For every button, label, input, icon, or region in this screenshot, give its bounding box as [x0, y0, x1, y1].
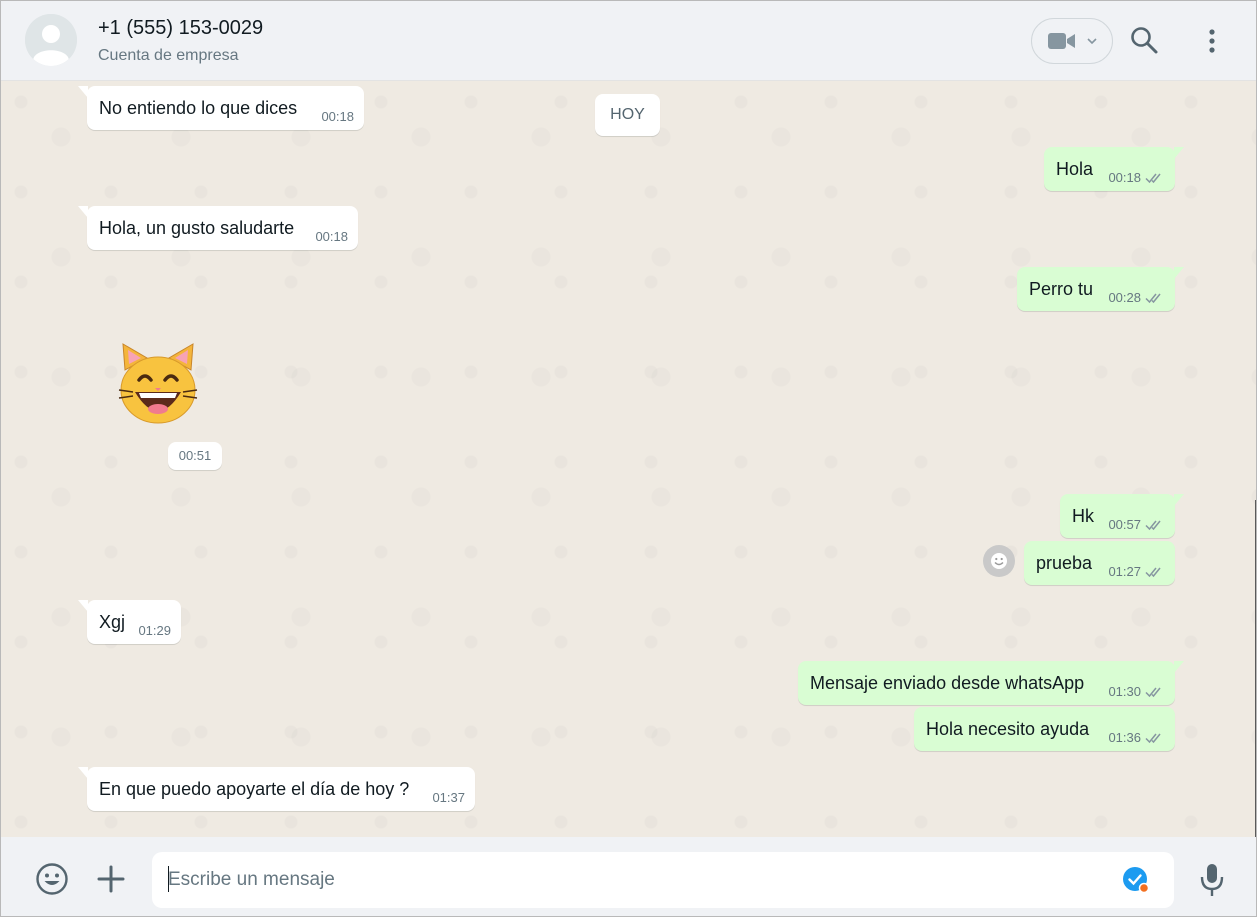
message-time: 01:36	[1108, 730, 1141, 745]
message-text: Xgj	[99, 612, 126, 632]
emoji-button[interactable]	[35, 862, 69, 896]
kebab-menu-icon	[1209, 29, 1215, 53]
double-check-icon	[1145, 733, 1161, 743]
react-button[interactable]	[983, 545, 1015, 577]
message-meta: 01:30	[1108, 684, 1165, 699]
message-composer[interactable]	[152, 852, 1174, 908]
message-incoming[interactable]: Xgj 01:29	[78, 600, 181, 644]
message-meta: 00:18	[1108, 170, 1165, 185]
attach-button[interactable]	[96, 864, 126, 894]
scrollbar[interactable]	[1255, 500, 1256, 837]
contact-name[interactable]: +1 (555) 153-0029	[98, 17, 263, 40]
double-check-icon	[1145, 173, 1161, 183]
message-incoming[interactable]: En que puedo apoyarte el día de hoy ? 01…	[78, 767, 475, 811]
smiley-react-icon	[991, 553, 1007, 569]
message-meta: 01:36	[1108, 730, 1165, 745]
contact-subtitle: Cuenta de empresa	[98, 47, 239, 64]
double-check-icon	[1145, 293, 1161, 303]
message-text: Hola necesito ayuda	[926, 719, 1090, 739]
message-outgoing[interactable]: Hola 00:18	[1044, 147, 1184, 191]
video-call-icon	[1048, 33, 1075, 49]
voice-message-button[interactable]	[1199, 862, 1225, 898]
message-outgoing[interactable]: Mensaje enviado desde whatsApp 01:30	[798, 661, 1184, 705]
chevron-down-icon	[1087, 38, 1097, 45]
message-text: Hola	[1056, 159, 1094, 179]
double-check-icon	[1145, 567, 1161, 577]
chat-menu-button[interactable]	[1199, 25, 1225, 57]
message-incoming[interactable]: No entiendo lo que dices 00:18	[78, 86, 364, 130]
message-text: Perro tu	[1029, 279, 1094, 299]
message-meta: 00:18	[321, 109, 354, 124]
message-time: 01:29	[138, 623, 171, 638]
avatar-placeholder-icon	[25, 14, 77, 66]
message-time: 00:18	[321, 109, 354, 124]
contact-avatar[interactable]	[25, 14, 77, 66]
message-input[interactable]	[168, 852, 1108, 908]
extension-check-icon[interactable]	[1122, 866, 1150, 894]
search-button[interactable]	[1129, 25, 1161, 57]
message-time: 00:18	[315, 229, 348, 244]
message-time: 01:30	[1108, 684, 1141, 699]
message-meta: 01:37	[432, 790, 465, 805]
message-text: Hola, un gusto saludarte	[99, 218, 295, 238]
grinning-cat-sticker[interactable]	[113, 340, 203, 430]
double-check-icon	[1145, 520, 1161, 530]
message-meta: 01:29	[138, 623, 171, 638]
message-time: 00:28	[1108, 290, 1141, 305]
message-text: No entiendo lo que dices	[99, 98, 298, 118]
day-separator-badge: HOY	[595, 94, 660, 136]
message-text: En que puedo apoyarte el día de hoy ?	[99, 779, 410, 799]
message-text: Hk	[1072, 506, 1094, 526]
message-outgoing[interactable]: Hola necesito ayuda 01:36	[914, 707, 1175, 751]
message-text: Mensaje enviado desde whatsApp	[810, 673, 1085, 693]
message-list[interactable]: No entiendo lo que dices 00:18 HOY Hola …	[1, 82, 1256, 837]
message-outgoing[interactable]: Perro tu 00:28	[1017, 267, 1184, 311]
video-call-button[interactable]	[1031, 18, 1113, 64]
double-check-icon	[1145, 687, 1161, 697]
message-meta: 00:18	[315, 229, 348, 244]
message-time: 01:37	[432, 790, 465, 805]
chat-header: +1 (555) 153-0029 Cuenta de empresa	[1, 1, 1256, 81]
message-meta: 00:28	[1108, 290, 1165, 305]
message-outgoing[interactable]: Hk 00:57	[1060, 494, 1184, 538]
message-text: prueba	[1036, 553, 1093, 573]
message-incoming[interactable]: Hola, un gusto saludarte 00:18	[78, 206, 358, 250]
message-time: 01:27	[1108, 564, 1141, 579]
message-outgoing[interactable]: prueba 01:27	[1024, 541, 1175, 585]
emoji-icon	[36, 863, 68, 895]
search-icon	[1131, 27, 1158, 54]
sticker-time: 00:51	[168, 442, 222, 470]
whatsapp-window: +1 (555) 153-0029 Cuenta de empresa No e…	[0, 0, 1257, 917]
microphone-icon	[1200, 864, 1224, 896]
plus-icon	[97, 865, 125, 893]
message-time: 00:57	[1108, 517, 1141, 532]
message-meta: 00:57	[1108, 517, 1165, 532]
message-time: 00:18	[1108, 170, 1141, 185]
composer-bar	[1, 837, 1256, 916]
message-meta: 01:27	[1108, 564, 1165, 579]
